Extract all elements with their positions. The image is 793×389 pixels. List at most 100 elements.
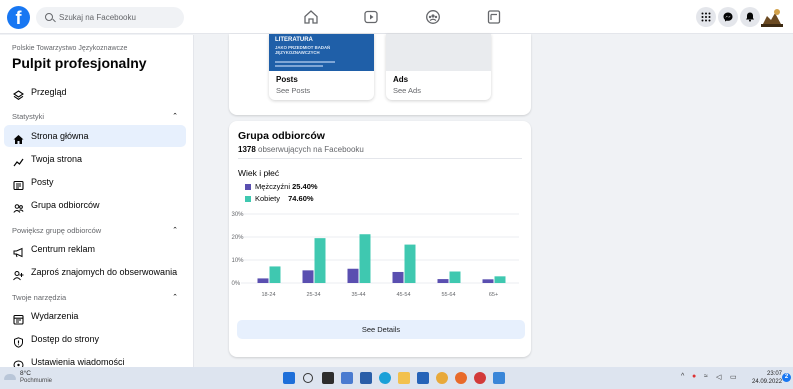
search-taskbar-icon[interactable]: [303, 373, 313, 383]
see-details-button[interactable]: See Details: [237, 320, 525, 339]
section-header-stats[interactable]: Statystyki ⌃: [12, 112, 182, 121]
legend-value: 74.60%: [288, 194, 314, 203]
see-ads-link[interactable]: See Ads: [393, 86, 421, 95]
sidebar-item-page-access[interactable]: Dostęp do strony: [4, 328, 186, 350]
bar-female: [404, 244, 416, 283]
posts-label: Posts: [276, 75, 298, 84]
groups-icon[interactable]: [425, 9, 441, 25]
followers-summary: 1378 obserwujących na Facebooku: [238, 145, 364, 154]
y-tick-label: 0%: [232, 281, 241, 287]
sidebar-item-label: Posty: [31, 177, 54, 187]
facebook-logo[interactable]: f: [7, 6, 30, 29]
notifications-icon[interactable]: [740, 7, 760, 27]
sidebar-item-overview[interactable]: Przegląd: [4, 81, 186, 103]
section-header-tools[interactable]: Twoje narzędzia ⌃: [12, 293, 182, 302]
search-placeholder: Szukaj na Facebooku: [59, 13, 136, 22]
x-tick-label: 55-64: [441, 292, 455, 298]
content-overview-card: LITERATURA JAKO PRZEDMIOT BADAŃ JĘZYKOZN…: [229, 34, 531, 115]
x-tick-label: 65+: [489, 292, 498, 298]
task-view-icon[interactable]: [322, 372, 334, 384]
volume-icon[interactable]: ◁: [716, 373, 721, 381]
wifi-icon[interactable]: ≈: [704, 373, 708, 380]
top-bar: f Szukaj na Facebooku: [0, 0, 793, 34]
sidebar-item-label: Centrum reklam: [31, 244, 96, 254]
thumbnail-line: [275, 65, 323, 67]
file-explorer-icon[interactable]: [398, 372, 410, 384]
chrome-icon[interactable]: [436, 372, 448, 384]
sidebar-item-label: Grupa odbiorców: [31, 200, 100, 210]
bar-female: [359, 234, 371, 283]
sidebar-item-label: Zaproś znajomych do obserwowania: [31, 267, 178, 277]
opera-icon[interactable]: [474, 372, 486, 384]
start-icon[interactable]: [283, 372, 295, 384]
profile-avatar[interactable]: [761, 7, 783, 27]
legend-value: 25.40%: [292, 182, 318, 191]
x-tick-label: 45-54: [396, 292, 410, 298]
ads-tile[interactable]: Ads See Ads: [386, 34, 491, 100]
battery-icon[interactable]: ▭: [730, 373, 737, 381]
pages-icon[interactable]: [486, 9, 502, 25]
megaphone-icon: [13, 244, 24, 258]
divider: [238, 158, 522, 159]
x-tick-label: 35-44: [351, 292, 365, 298]
firefox-icon[interactable]: [455, 372, 467, 384]
chevron-up-icon: ⌃: [172, 227, 178, 234]
watch-icon[interactable]: [363, 9, 379, 25]
legend-name: Kobiety: [255, 194, 281, 203]
shield-icon: [13, 334, 24, 348]
weather-desc: Pochmurnie: [20, 378, 53, 384]
y-tick-label: 20%: [232, 235, 245, 241]
weather-widget[interactable]: 8°C Pochmurnie: [4, 370, 74, 386]
search-icon: [45, 13, 53, 21]
audience-icon: [13, 200, 24, 213]
age-gender-label: Wiek i płeć: [238, 168, 280, 178]
thumbnail-title: LITERATURA: [275, 37, 313, 43]
sidebar-item-audience[interactable]: Grupa odbiorców: [4, 194, 186, 216]
messenger-icon[interactable]: [718, 7, 738, 27]
notification-badge[interactable]: 2: [782, 373, 791, 382]
chevron-up-icon: ⌃: [172, 113, 178, 120]
ads-thumbnail: [386, 34, 491, 71]
sidebar-item-label: Ustawienia wiadomości: [31, 357, 125, 367]
edge-icon[interactable]: [379, 372, 391, 384]
sidebar-item-ad-center[interactable]: Centrum reklam: [4, 238, 186, 260]
sidebar-item-home[interactable]: Strona główna: [4, 125, 186, 147]
posts-tile[interactable]: LITERATURA JAKO PRZEDMIOT BADAŃ JĘZYKOZN…: [269, 34, 374, 100]
widgets-icon[interactable]: [341, 372, 353, 384]
tray-chevron-up-icon[interactable]: ^: [681, 373, 684, 380]
sidebar-item-your-page[interactable]: Twoja strona: [4, 148, 186, 170]
section-label: Twoje narzędzia: [12, 293, 67, 302]
mail-icon[interactable]: [417, 372, 429, 384]
cloud-icon: [4, 374, 16, 380]
legend-item-female: Kobiety 74.60%: [245, 194, 314, 203]
x-tick-label: 25-34: [306, 292, 320, 298]
search-input[interactable]: Szukaj na Facebooku: [36, 7, 184, 28]
sidebar-item-events[interactable]: Wydarzenia: [4, 305, 186, 327]
see-posts-link[interactable]: See Posts: [276, 86, 310, 95]
section-header-grow[interactable]: Powiększ grupę odbiorców ⌃: [12, 226, 182, 235]
tray-app-icon[interactable]: ●: [692, 373, 696, 380]
sidebar: Polskie Towarzystwo Językoznawcze Pulpit…: [0, 35, 194, 371]
thumbnail-line: [275, 61, 335, 63]
bar-female: [449, 271, 461, 283]
page-title: Pulpit profesjonalny: [12, 55, 147, 71]
home-icon[interactable]: [303, 9, 319, 25]
legend-item-male: Mężczyźni 25.40%: [245, 182, 318, 191]
sidebar-item-label: Przegląd: [31, 87, 67, 97]
sidebar-item-posts[interactable]: Posty: [4, 171, 186, 193]
posts-icon: [13, 177, 24, 191]
system-clock[interactable]: 23:07 24.09.2022: [752, 370, 782, 386]
trend-icon: [13, 154, 24, 167]
word-icon[interactable]: [493, 372, 505, 384]
windows-taskbar: 8°C Pochmurnie ^ ● ≈ ◁ ▭ 23:07 24.09.202…: [0, 367, 793, 389]
bar-female: [494, 276, 506, 283]
clock-time: 23:07: [766, 371, 782, 377]
invite-icon: [13, 267, 24, 281]
bar-male: [302, 270, 314, 283]
chevron-up-icon: ⌃: [172, 294, 178, 301]
store-icon[interactable]: [360, 372, 372, 384]
menu-grid-icon[interactable]: [696, 7, 716, 27]
legend-swatch-male: [245, 183, 251, 190]
sidebar-item-invite[interactable]: Zaproś znajomych do obserwowania: [4, 261, 186, 283]
bar-male: [482, 279, 494, 283]
